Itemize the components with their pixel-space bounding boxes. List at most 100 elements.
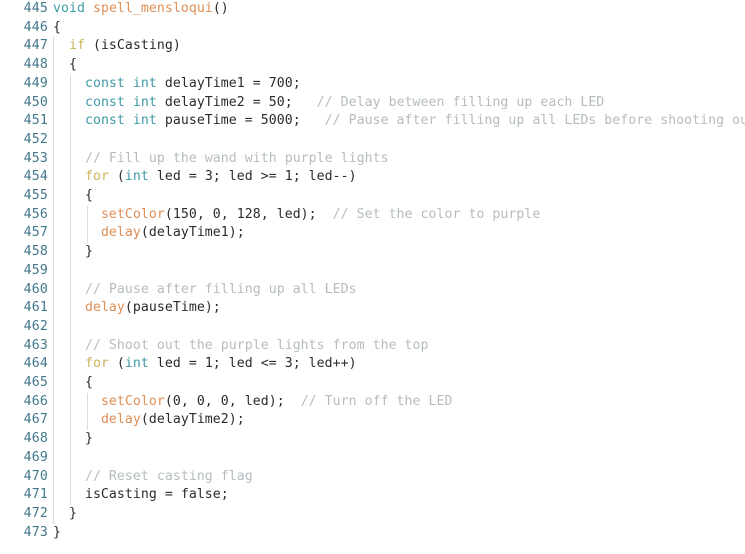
code-line[interactable]: 456 setColor(150, 0, 128, led); // Set t…	[0, 206, 745, 225]
code-line[interactable]: 473}	[0, 524, 745, 543]
line-content: for (int led = 1; led <= 3; led++)	[53, 355, 357, 374]
line-content: if (isCasting)	[53, 37, 181, 56]
code-line[interactable]: 464 for (int led = 1; led <= 3; led++)	[0, 355, 745, 374]
line-number: 448	[23, 57, 48, 73]
code-line[interactable]: 469	[0, 449, 745, 468]
code-token: int	[124, 356, 149, 372]
line-number: 457	[23, 225, 48, 241]
code-line[interactable]: 454 for (int led = 3; led >= 1; led--)	[0, 168, 745, 187]
code-line[interactable]: 445 void spell_mensloqui()	[0, 0, 745, 19]
code-token: int	[124, 169, 149, 185]
line-number: 460	[23, 281, 48, 297]
line-number: 459	[23, 262, 48, 278]
code-token: const int	[84, 113, 157, 129]
line-number: 449	[23, 75, 48, 91]
code-line[interactable]: 467 delay(delayTime2);	[0, 411, 745, 430]
line-content: isCasting = false;	[53, 486, 229, 505]
code-token: // Pause after filling up all LEDs befor…	[324, 113, 745, 129]
line-number: 463	[23, 337, 48, 353]
code-token: for	[84, 356, 109, 372]
code-lines-container[interactable]: 445 void spell_mensloqui() 446{447 if (isC…	[0, 0, 745, 554]
code-line[interactable]: 451 const int pauseTime = 5000; // Pause…	[0, 112, 745, 131]
code-line[interactable]: 466 setColor(0, 0, 0, led); // Turn off …	[0, 393, 745, 412]
code-line[interactable]: 452	[0, 131, 745, 150]
code-line[interactable]: 448 {	[0, 56, 745, 75]
code-line[interactable]: 453 // Fill up the wand with purple ligh…	[0, 150, 745, 169]
line-number: 470	[23, 468, 48, 484]
line-content: setColor(150, 0, 128, led); // Set the c…	[53, 206, 540, 225]
code-token: isCasting = false;	[53, 487, 229, 503]
line-content: const int delayTime2 = 50; // Delay betw…	[53, 94, 604, 113]
line-number: 469	[23, 449, 48, 465]
code-line[interactable]: 471 isCasting = false;	[0, 486, 745, 505]
code-line[interactable]: 462	[0, 318, 745, 337]
code-token: {	[53, 19, 61, 35]
code-line[interactable]: 470 // Reset casting flag	[0, 468, 745, 487]
line-content: }	[53, 524, 61, 543]
code-token: // Reset casting flag	[84, 468, 253, 484]
line-number: 464	[23, 356, 48, 372]
code-line[interactable]: 460 // Pause after filling up all LEDs	[0, 281, 745, 300]
code-token: const int	[84, 75, 157, 91]
line-content: }	[53, 430, 93, 449]
code-token: setColor	[100, 206, 165, 222]
line-content: {	[53, 19, 61, 38]
code-line[interactable]: 468 }	[0, 430, 745, 449]
code-line[interactable]: 449 const int delayTime1 = 700;	[0, 75, 745, 94]
code-token: pauseTime = 5000;	[156, 113, 325, 129]
line-number: 451	[23, 113, 48, 129]
code-token: (isCasting)	[84, 38, 181, 54]
code-token: // Set the color to purple	[332, 206, 541, 222]
code-line[interactable]: 457 delay(delayTime1);	[0, 224, 745, 243]
line-number: 472	[23, 505, 48, 521]
code-line[interactable]: 463 // Shoot out the purple lights from …	[0, 337, 745, 356]
line-number: 473	[23, 524, 48, 540]
code-line[interactable]: 459	[0, 262, 745, 281]
line-number: 453	[23, 150, 48, 166]
line-content: const int delayTime1 = 700;	[53, 75, 301, 94]
code-line[interactable]: 461 delay(pauseTime);	[0, 299, 745, 318]
code-token: const int	[84, 94, 157, 110]
code-token: led = 1; led <= 3; led++)	[148, 356, 357, 372]
code-token: (	[108, 356, 125, 372]
code-token: // Turn off the LED	[300, 393, 453, 409]
line-content: delay(delayTime2);	[53, 411, 245, 430]
code-token: (	[108, 169, 125, 185]
code-token: delay	[84, 300, 125, 316]
line-content: delay(pauseTime);	[53, 299, 221, 318]
line-number: 454	[23, 169, 48, 185]
code-line[interactable]: 447 if (isCasting)	[0, 37, 745, 56]
code-token: // Delay between filling up each LED	[316, 94, 605, 110]
code-token: for	[84, 169, 109, 185]
line-content: // Fill up the wand with purple lights	[53, 150, 389, 169]
line-number: 452	[23, 131, 48, 147]
code-line[interactable]: 455 {	[0, 187, 745, 206]
code-line[interactable]: 472 }	[0, 505, 745, 524]
code-editor[interactable]: 445 void spell_mensloqui() 446{447 if (isC…	[0, 0, 745, 554]
line-number: 465	[23, 375, 48, 390]
code-line[interactable]: 450 const int delayTime2 = 50; // Delay …	[0, 94, 745, 113]
code-line[interactable]: 465 {	[0, 374, 745, 393]
code-token: }	[53, 244, 93, 260]
line-content: setColor(0, 0, 0, led); // Turn off the …	[53, 393, 453, 412]
code-token: // Fill up the wand with purple lights	[84, 150, 389, 166]
code-token: led = 3; led >= 1; led--)	[148, 169, 357, 185]
line-number: 447	[23, 38, 48, 54]
code-line[interactable]: 458 }	[0, 243, 745, 262]
line-content: for (int led = 3; led >= 1; led--)	[53, 168, 357, 187]
code-token: delay	[100, 225, 141, 241]
code-line[interactable]: 446 {	[0, 19, 745, 38]
code-token: setColor	[100, 393, 165, 409]
line-number: 458	[23, 244, 48, 260]
line-number: 468	[23, 431, 48, 447]
